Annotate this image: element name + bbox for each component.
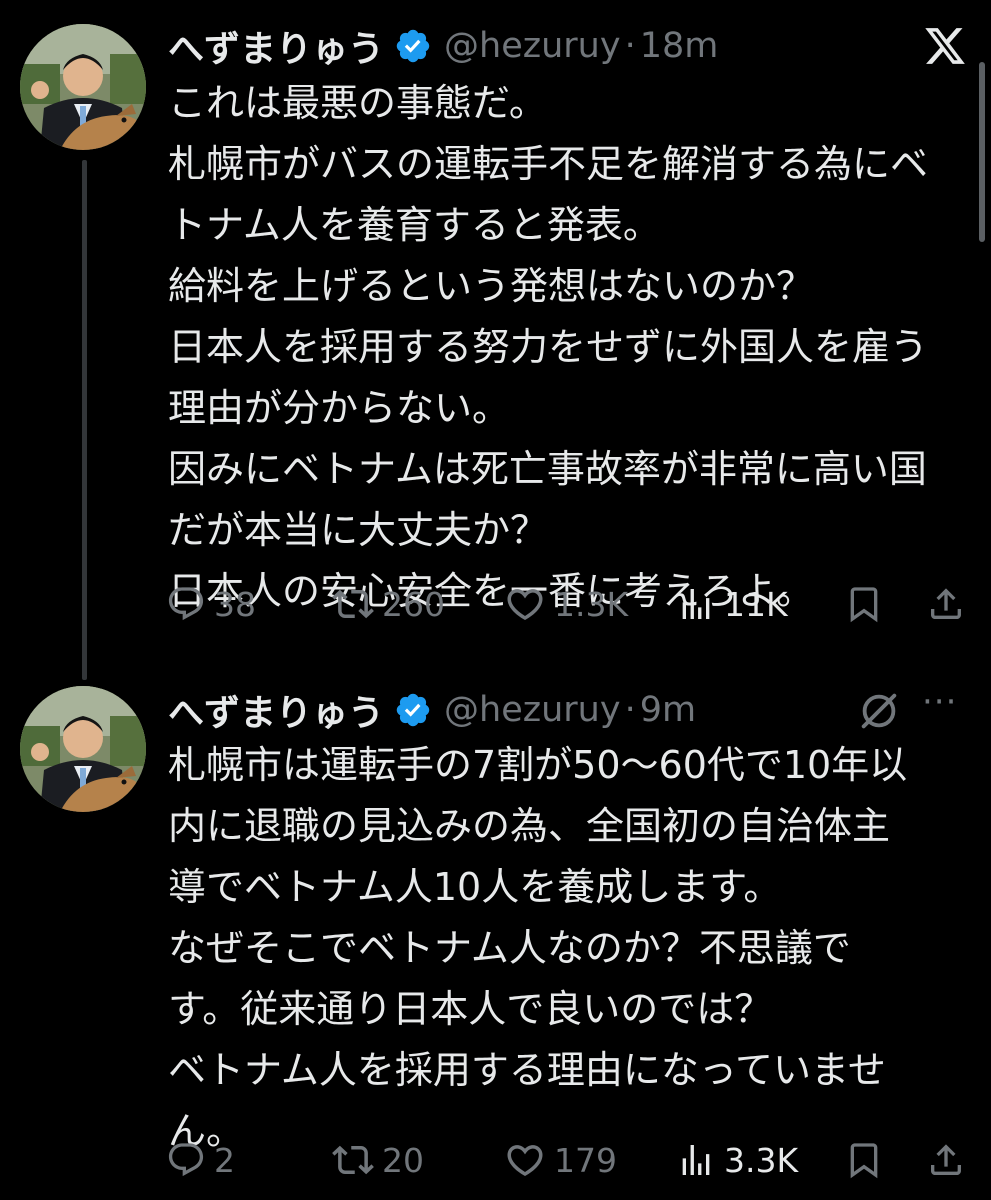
tweet-header: へずまりゅう @hezuruy · 9m (168, 680, 696, 740)
scrollbar[interactable] (979, 62, 985, 242)
views-count: 11K (724, 584, 788, 624)
views-icon (682, 1145, 710, 1175)
retweet-icon (332, 589, 374, 619)
avatar[interactable] (20, 686, 146, 812)
timestamp[interactable]: 18m (640, 26, 719, 66)
like-count: 1.3K (554, 584, 629, 624)
views-button[interactable]: 3.3K (676, 1132, 798, 1188)
reply-count: 38 (214, 584, 256, 624)
views-button[interactable]: 11K (676, 576, 788, 632)
tweet-header: へずまりゅう @hezuruy · 18m (168, 16, 718, 76)
reply-icon (168, 1143, 204, 1177)
separator-dot: · (624, 690, 636, 730)
verified-badge-icon (394, 27, 432, 65)
avatar-image (20, 24, 146, 150)
x-logo-icon[interactable] (923, 24, 967, 68)
display-name[interactable]: へずまりゅう (168, 684, 384, 736)
avatar[interactable] (20, 24, 146, 150)
reply-button[interactable]: 38 (166, 576, 256, 632)
retweet-count: 260 (382, 584, 445, 624)
views-count: 3.3K (724, 1140, 799, 1180)
not-interested-icon[interactable] (856, 688, 902, 734)
retweet-count: 20 (382, 1140, 424, 1180)
retweet-button[interactable]: 260 (332, 576, 445, 632)
action-bar: 2 20 179 3.3K (166, 1132, 976, 1188)
tweet-text: 札幌市は運転手の7割が50〜60代で10年以 内に退職の見込みの為、全国初の自治… (168, 743, 908, 1153)
bookmark-button[interactable] (844, 1132, 884, 1188)
handle[interactable]: @hezuruy (444, 690, 621, 730)
more-icon[interactable]: ··· (922, 682, 957, 722)
reply-count: 2 (214, 1140, 235, 1180)
avatar-image (20, 686, 146, 812)
share-icon (931, 1144, 961, 1175)
reply-button[interactable]: 2 (166, 1132, 235, 1188)
display-name[interactable]: へずまりゅう (168, 20, 384, 72)
retweet-icon (332, 1145, 374, 1175)
bookmark-icon (850, 1143, 878, 1179)
like-count: 179 (554, 1140, 617, 1180)
heart-icon (507, 589, 543, 621)
verified-badge-icon (394, 691, 432, 729)
like-button[interactable]: 1.3K (504, 576, 628, 632)
thread-connector-line (82, 160, 87, 680)
views-icon (682, 589, 710, 619)
timestamp[interactable]: 9m (640, 690, 696, 730)
handle[interactable]: @hezuruy (444, 26, 621, 66)
bookmark-icon (850, 587, 878, 623)
retweet-button[interactable]: 20 (332, 1132, 424, 1188)
action-bar: 38 260 1.3K 11K (166, 576, 976, 632)
bookmark-button[interactable] (844, 576, 884, 632)
separator-dot: · (624, 26, 636, 66)
share-button[interactable] (926, 576, 966, 632)
share-icon (931, 588, 961, 619)
tweet-text: これは最悪の事態だ。 札幌市がバスの運転手不足を解消する為にベ トナム人を養育す… (168, 81, 929, 613)
like-button[interactable]: 179 (504, 1132, 617, 1188)
heart-icon (507, 1145, 543, 1177)
share-button[interactable] (926, 1132, 966, 1188)
reply-icon (168, 587, 204, 621)
